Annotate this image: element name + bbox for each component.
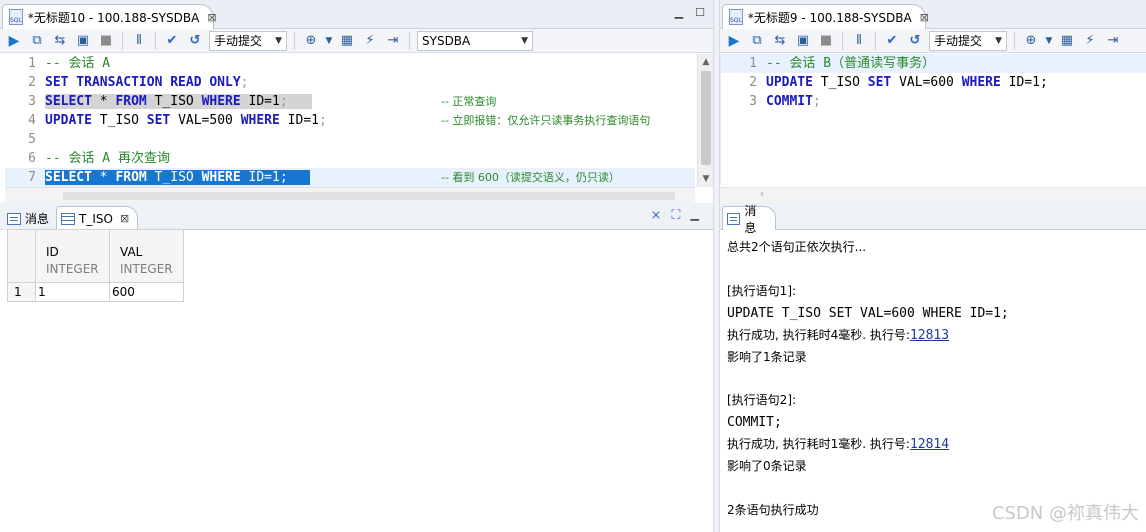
- messages-tabbar: 消息: [720, 203, 1146, 235]
- format-icon[interactable]: ⇆: [771, 32, 789, 50]
- format-icon[interactable]: ⇆: [51, 32, 69, 50]
- cell-val[interactable]: 600: [109, 282, 184, 302]
- row-number-header: [7, 229, 36, 283]
- save-icon[interactable]: ▣: [794, 32, 812, 50]
- stop-icon[interactable]: ■: [97, 32, 115, 50]
- minimize-icon[interactable]: ▁: [675, 6, 683, 19]
- right-editor-pane: SQL *无标题9 - 100.188-SYSDBA ⊠ ▶ ⧉ ⇆ ▣ ■ ⫴…: [720, 0, 1146, 203]
- results-pane: 消息 T_ISO ⊠ ⨯ ⛶ ▁ ID INTEGER VAL INTEGER 1 …: [0, 203, 713, 532]
- close-icon[interactable]: ⊠: [920, 11, 929, 24]
- code-line: 2 UPDATE T_ISO SET VAL=600 WHERE ID=1;: [749, 75, 1048, 90]
- message-log[interactable]: 总共2个语句正依次执行... [执行语句1]: UPDATE T_ISO SET…: [727, 237, 1146, 522]
- chevron-down-icon[interactable]: ▼: [325, 32, 333, 50]
- tab-messages[interactable]: 消息: [722, 204, 776, 235]
- target-icon[interactable]: ⊕: [1022, 32, 1040, 50]
- wizard-icon[interactable]: ⚡: [1081, 32, 1099, 50]
- save-icon[interactable]: ▣: [74, 32, 92, 50]
- left-editor-tabbar: SQL *无标题10 - 100.188-SYSDBA ⊠ ▁ ☐: [0, 0, 713, 29]
- right-editor-tab[interactable]: SQL *无标题9 - 100.188-SYSDBA ⊠: [722, 4, 929, 29]
- run-new-window-icon[interactable]: ⧉: [28, 32, 46, 50]
- tab-title: *无标题9 - 100.188-SYSDBA: [747, 10, 912, 25]
- scroll-left-icon[interactable]: ‹: [760, 189, 764, 200]
- left-editor-toolbar: ▶ ⧉ ⇆ ▣ ■ ⫴ ✔ ↺ 手动提交 ▼ ⊕ ▼ ▦ ⚡ ⇥ SYSDBA ▼: [0, 29, 713, 53]
- code-line: 3 SELECT * FROM T_ISO WHERE ID=1; -- 正常查询: [28, 94, 497, 109]
- calendar-icon[interactable]: ▦: [1058, 32, 1076, 50]
- commit-mode-select[interactable]: 手动提交 ▼: [929, 30, 1007, 51]
- cell-id[interactable]: 1: [35, 282, 110, 302]
- pane-splitter[interactable]: [713, 0, 720, 532]
- scroll-up-icon[interactable]: ▲: [698, 57, 713, 67]
- result-grid[interactable]: ID INTEGER VAL INTEGER 1 1 600: [7, 229, 184, 302]
- right-editor-toolbar: ▶ ⧉ ⇆ ▣ ■ ⫴ ✔ ↺ 手动提交 ▼ ⊕ ▼ ▦ ⚡ ⇥: [720, 29, 1146, 53]
- code-line: 4 UPDATE T_ISO SET VAL=500 WHERE ID=1; -- …: [28, 113, 651, 128]
- sql-file-icon: SQL: [9, 9, 23, 25]
- close-icon[interactable]: ⊠: [120, 212, 129, 225]
- vertical-scrollbar[interactable]: ▲ ▼: [697, 54, 713, 187]
- code-line: 1 -- 会话 A: [28, 56, 111, 71]
- row-number: 1: [7, 282, 36, 302]
- table-row[interactable]: 1 1 600: [7, 282, 184, 302]
- stop-icon[interactable]: ■: [817, 32, 835, 50]
- target-icon[interactable]: ⊕: [302, 32, 320, 50]
- tab-messages[interactable]: 消息: [2, 206, 59, 230]
- close-all-icon[interactable]: ⨯: [651, 208, 662, 223]
- chevron-down-icon: ▼: [521, 35, 528, 46]
- scroll-down-icon[interactable]: ▼: [698, 174, 713, 184]
- schema-select[interactable]: SYSDBA ▼: [417, 30, 533, 51]
- message-icon: [7, 212, 21, 225]
- left-editor-pane: SQL *无标题10 - 100.188-SYSDBA ⊠ ▁ ☐ ▶ ⧉ ⇆ …: [0, 0, 713, 203]
- column-header-val[interactable]: VAL INTEGER: [109, 229, 184, 283]
- commit-icon[interactable]: ✔: [163, 32, 181, 50]
- horizontal-scrollbar[interactable]: ‹: [720, 187, 1146, 203]
- rollback-icon[interactable]: ↺: [186, 32, 204, 50]
- horizontal-scrollbar[interactable]: [5, 187, 695, 203]
- chevron-down-icon: ▼: [275, 35, 282, 46]
- sql-editor[interactable]: 1 -- 会话 A 2 SET TRANSACTION READ ONLY; 3 SE…: [5, 54, 695, 187]
- pin-icon[interactable]: ⛶: [671, 208, 680, 223]
- watermark: CSDN @祢真伟大: [991, 503, 1139, 524]
- right-editor-tabbar: SQL *无标题9 - 100.188-SYSDBA ⊠: [720, 0, 1146, 29]
- chevron-down-icon: ▼: [995, 35, 1002, 46]
- step-icon[interactable]: ⇥: [1104, 32, 1122, 50]
- close-icon[interactable]: ⊠: [207, 11, 216, 24]
- explain-plan-icon[interactable]: ⫴: [130, 32, 148, 50]
- code-line: 6 -- 会话 A 再次查询: [28, 151, 170, 166]
- run-icon[interactable]: ▶: [5, 32, 23, 50]
- commit-icon[interactable]: ✔: [883, 32, 901, 50]
- tab-t-iso[interactable]: T_ISO ⊠: [56, 206, 139, 230]
- message-icon: [727, 212, 741, 225]
- chevron-down-icon[interactable]: ▼: [1045, 32, 1053, 50]
- run-new-window-icon[interactable]: ⧉: [748, 32, 766, 50]
- wizard-icon[interactable]: ⚡: [361, 32, 379, 50]
- code-line: 5: [28, 132, 36, 147]
- code-line: 1 -- 会话 B（普通读写事务）: [721, 54, 1146, 73]
- rollback-icon[interactable]: ↺: [906, 32, 924, 50]
- maximize-icon[interactable]: ☐: [695, 6, 705, 19]
- code-line-selected: 7 SELECT * FROM T_ISO WHERE ID=1; -- 看到 60…: [5, 168, 695, 187]
- minimize-icon[interactable]: ▁: [691, 208, 699, 223]
- left-editor-tab[interactable]: SQL *无标题10 - 100.188-SYSDBA ⊠: [2, 4, 217, 29]
- table-icon: [61, 212, 75, 225]
- explain-plan-icon[interactable]: ⫴: [850, 32, 868, 50]
- run-icon[interactable]: ▶: [725, 32, 743, 50]
- sql-file-icon: SQL: [729, 9, 743, 25]
- code-line: 2 SET TRANSACTION READ ONLY;: [28, 75, 249, 90]
- calendar-icon[interactable]: ▦: [338, 32, 356, 50]
- sql-editor[interactable]: 1 -- 会话 B（普通读写事务） 2 UPDATE T_ISO SET VAL=6…: [720, 54, 1146, 185]
- code-line: 3 COMMIT;: [749, 94, 821, 109]
- execution-id-link[interactable]: 12813: [910, 328, 949, 343]
- tab-title: *无标题10 - 100.188-SYSDBA: [27, 10, 200, 25]
- column-header-id[interactable]: ID INTEGER: [35, 229, 110, 283]
- messages-pane: 消息 总共2个语句正依次执行... [执行语句1]: UPDATE T_ISO …: [720, 203, 1146, 532]
- step-icon[interactable]: ⇥: [384, 32, 402, 50]
- execution-id-link[interactable]: 12814: [910, 437, 949, 452]
- results-tabbar: 消息 T_ISO ⊠ ⨯ ⛶ ▁: [0, 203, 713, 230]
- commit-mode-select[interactable]: 手动提交 ▼: [209, 30, 287, 51]
